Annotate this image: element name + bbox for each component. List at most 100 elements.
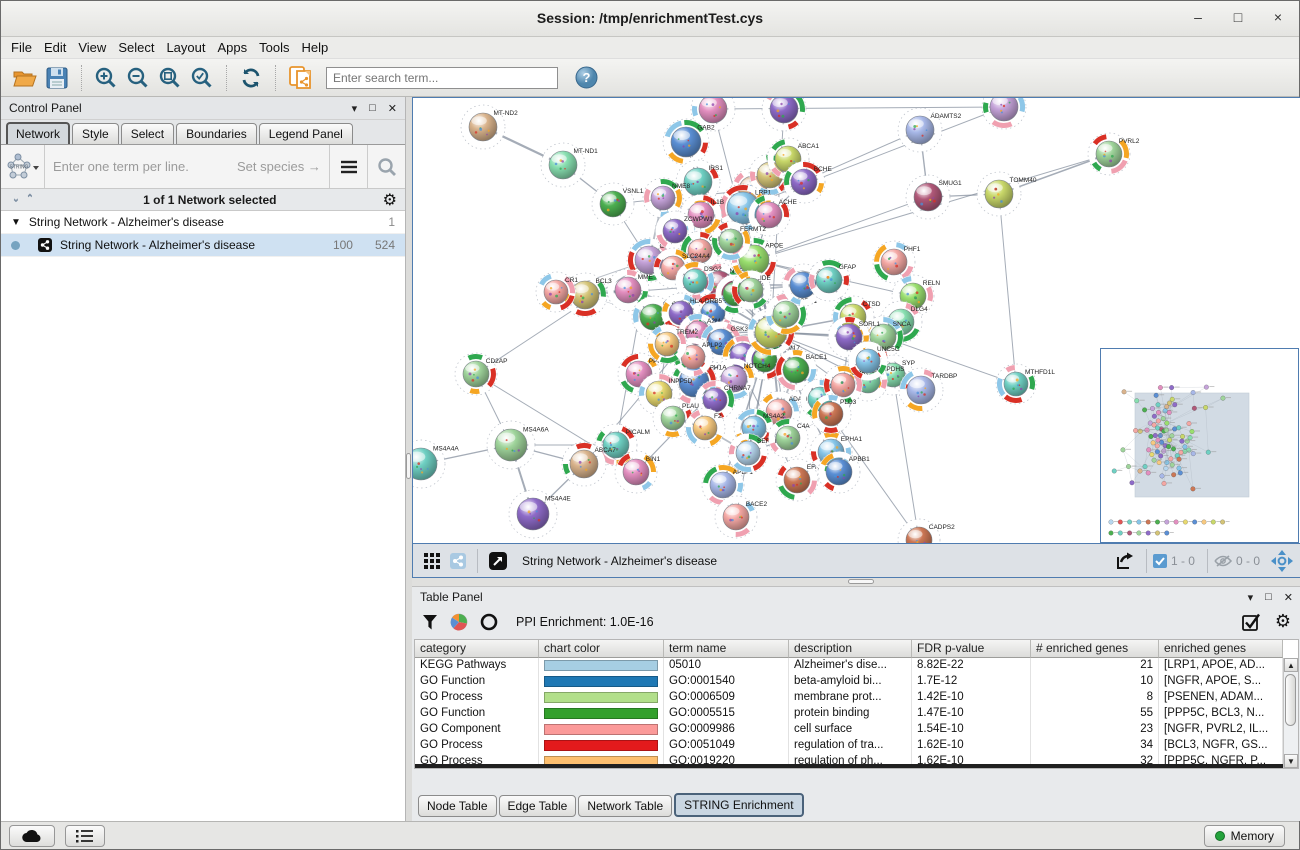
string-search-icon[interactable] bbox=[367, 145, 405, 188]
panel-float-icon[interactable]: □ bbox=[369, 102, 376, 115]
network-node[interactable]: ADAMTS2 bbox=[898, 108, 962, 152]
zoom-fit-button[interactable] bbox=[156, 64, 184, 92]
panel-close-icon[interactable]: ✕ bbox=[388, 102, 397, 115]
panel-close-icon[interactable]: ✕ bbox=[1284, 591, 1293, 604]
table-row[interactable]: GO ProcessGO:0006509membrane prot...1.42… bbox=[415, 690, 1283, 706]
scroll-down-icon[interactable]: ▼ bbox=[1284, 754, 1298, 768]
string-query-input[interactable] bbox=[53, 159, 223, 174]
open-session-button[interactable] bbox=[11, 64, 39, 92]
column-header[interactable]: category bbox=[415, 640, 539, 658]
menu-select[interactable]: Select bbox=[118, 38, 162, 57]
network-node[interactable]: VSNL1 bbox=[592, 183, 644, 225]
splitter-handle[interactable] bbox=[406, 453, 411, 479]
network-collection-row[interactable]: ▼ String Network - Alzheimer's disease 1 bbox=[1, 211, 405, 234]
menu-apps[interactable]: Apps bbox=[218, 38, 256, 57]
network-canvas[interactable]: MT-ND2MT-ND1VSNL1PTK2BMEF2CGAB2IRS1NCSTN… bbox=[413, 98, 1300, 543]
string-logo-dropdown[interactable]: STRING bbox=[1, 145, 45, 188]
hidden-eye-icon[interactable] bbox=[1214, 554, 1232, 568]
help-button[interactable]: ? bbox=[572, 64, 600, 92]
network-node[interactable]: BIN1 bbox=[615, 451, 661, 493]
export-network-icon[interactable] bbox=[1110, 547, 1138, 575]
column-header[interactable]: description bbox=[789, 640, 912, 658]
enrichment-settings-gear-icon[interactable]: ⚙ bbox=[1275, 613, 1291, 631]
network-node[interactable]: CASS4 bbox=[982, 98, 1036, 129]
pie-chart-icon[interactable] bbox=[450, 613, 468, 631]
menu-file[interactable]: File bbox=[11, 38, 40, 57]
network-from-file-button[interactable] bbox=[286, 64, 314, 92]
open-in-browser-icon[interactable] bbox=[486, 547, 510, 575]
maximize-button[interactable]: □ bbox=[1231, 9, 1245, 25]
tab-network-table[interactable]: Network Table bbox=[578, 795, 672, 817]
horizontal-splitter[interactable] bbox=[412, 578, 1300, 586]
birds-eye-view[interactable] bbox=[1100, 348, 1299, 543]
network-node[interactable]: MTHFD1L bbox=[996, 364, 1055, 404]
grid-view-icon[interactable] bbox=[421, 547, 443, 575]
close-button[interactable]: × bbox=[1271, 9, 1285, 25]
task-history-button[interactable] bbox=[65, 825, 105, 847]
network-node[interactable]: PVRL2 bbox=[1088, 133, 1140, 175]
table-row[interactable]: GO ProcessGO:0019220regulation of ph...1… bbox=[415, 754, 1283, 764]
search-input[interactable] bbox=[326, 67, 558, 89]
column-header[interactable]: FDR p-value bbox=[912, 640, 1031, 658]
minimize-button[interactable]: – bbox=[1191, 9, 1205, 25]
collection-expand-icon[interactable]: ▼ bbox=[11, 217, 21, 228]
string-network-badge-icon[interactable] bbox=[447, 547, 469, 575]
network-node[interactable]: SMUG1 bbox=[906, 175, 962, 219]
network-panel-gear-icon[interactable]: ⚙ bbox=[383, 192, 397, 208]
scroll-up-icon[interactable]: ▲ bbox=[1284, 658, 1298, 672]
network-node[interactable]: GAB2 bbox=[663, 119, 715, 165]
zoom-selected-button[interactable] bbox=[188, 64, 216, 92]
refresh-button[interactable] bbox=[237, 64, 265, 92]
network-node[interactable]: ABCA7 bbox=[562, 442, 616, 486]
select-terms-checkbox-icon[interactable] bbox=[1242, 613, 1261, 632]
network-node[interactable]: BACE2 bbox=[715, 496, 767, 538]
splitter-handle[interactable] bbox=[848, 579, 874, 584]
scrollbar-thumb[interactable] bbox=[1285, 674, 1296, 726]
string-options-menu-icon[interactable] bbox=[329, 145, 367, 188]
menu-view[interactable]: View bbox=[78, 38, 114, 57]
selected-checkbox-icon[interactable] bbox=[1153, 554, 1167, 568]
network-node[interactable]: TOMM40 bbox=[977, 172, 1037, 216]
network-row[interactable]: String Network - Alzheimer's disease 100… bbox=[1, 234, 405, 257]
table-row[interactable]: GO FunctionGO:0001540beta-amyloid bi...1… bbox=[415, 674, 1283, 690]
tab-string-enrichment[interactable]: STRING Enrichment bbox=[674, 793, 803, 817]
cloud-tasks-button[interactable] bbox=[9, 825, 55, 847]
panel-menu-icon[interactable]: ▾ bbox=[1248, 591, 1254, 604]
column-header[interactable]: enriched genes bbox=[1159, 640, 1283, 658]
network-node[interactable]: APBB1 bbox=[818, 451, 870, 493]
panel-float-icon[interactable]: □ bbox=[1265, 591, 1272, 604]
tab-network[interactable]: Network bbox=[6, 122, 70, 144]
tab-boundaries[interactable]: Boundaries bbox=[176, 123, 257, 144]
panel-menu-icon[interactable]: ▾ bbox=[352, 102, 358, 115]
network-node[interactable]: BCHE bbox=[783, 161, 832, 203]
column-header[interactable]: chart color bbox=[539, 640, 664, 658]
table-row[interactable]: KEGG Pathways05010Alzheimer's dise...8.8… bbox=[415, 658, 1283, 674]
menu-help[interactable]: Help bbox=[302, 38, 337, 57]
column-header[interactable]: # enriched genes bbox=[1031, 640, 1159, 658]
network-node[interactable]: MS4A4E bbox=[509, 490, 571, 538]
horizontal-scrollbar[interactable] bbox=[415, 764, 1283, 768]
column-header[interactable]: term name bbox=[664, 640, 789, 658]
zoom-in-button[interactable] bbox=[92, 64, 120, 92]
set-species-link[interactable]: Set species → bbox=[237, 159, 321, 174]
table-row[interactable]: GO ComponentGO:0009986cell surface1.54E-… bbox=[415, 722, 1283, 738]
vertical-scrollbar[interactable]: ▲ ▼ bbox=[1283, 658, 1298, 768]
navigator-icon[interactable] bbox=[1270, 549, 1294, 573]
collapse-all-icon[interactable]: ⌄⌄ bbox=[9, 197, 23, 202]
memory-button[interactable]: Memory bbox=[1204, 825, 1285, 847]
table-row[interactable]: GO ProcessGO:0051049regulation of tra...… bbox=[415, 738, 1283, 754]
network-node[interactable]: MME bbox=[607, 269, 654, 311]
expand-all-icon[interactable]: ⌃⌃ bbox=[23, 197, 37, 202]
tab-node-table[interactable]: Node Table bbox=[418, 795, 497, 817]
menu-tools[interactable]: Tools bbox=[259, 38, 297, 57]
network-node[interactable]: MEF2C bbox=[762, 98, 817, 131]
menu-edit[interactable]: Edit bbox=[44, 38, 74, 57]
menu-layout[interactable]: Layout bbox=[166, 38, 213, 57]
network-node[interactable]: MT-ND2 bbox=[461, 105, 518, 149]
tab-legend-panel[interactable]: Legend Panel bbox=[259, 123, 353, 144]
table-row[interactable]: GO FunctionGO:0005515protein binding1.47… bbox=[415, 706, 1283, 722]
tab-select[interactable]: Select bbox=[121, 123, 174, 144]
network-node[interactable]: MS4A4A bbox=[413, 440, 459, 488]
tab-edge-table[interactable]: Edge Table bbox=[499, 795, 577, 817]
zoom-out-button[interactable] bbox=[124, 64, 152, 92]
